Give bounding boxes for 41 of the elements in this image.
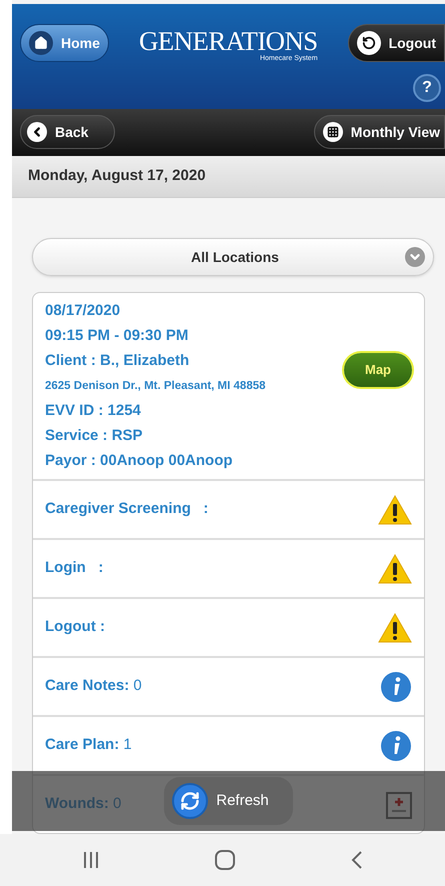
visit-time: 09:15 PM - 09:30 PM (45, 326, 190, 346)
status-row[interactable]: Login : (33, 538, 424, 598)
home-nav-icon[interactable] (214, 849, 236, 871)
status-row[interactable]: Caregiver Screening : (33, 479, 424, 538)
payor: Payor : 00Anoop 00Anoop (45, 451, 234, 472)
home-button[interactable]: Home (20, 24, 109, 62)
evv-id: EVV ID : 1254 (45, 401, 142, 422)
undo-icon (362, 36, 376, 50)
home-icon (34, 36, 48, 50)
row-label: Care Plan: (45, 736, 120, 754)
help-button[interactable]: ? (413, 74, 441, 102)
logo: GENERATIONS (138, 28, 318, 55)
info-icon (380, 730, 412, 762)
warning-icon (378, 612, 412, 643)
row-value: 1 (122, 736, 132, 754)
client-name: Client : B., Elizabeth (45, 351, 190, 372)
map-button[interactable]: Map (344, 353, 412, 388)
warning-icon (378, 554, 412, 584)
logout-button[interactable]: Logout (348, 24, 445, 62)
status-row[interactable]: Logout : (33, 597, 424, 656)
monthly-view-button[interactable]: Monthly View (314, 115, 445, 150)
row-value: 0 (112, 795, 122, 812)
location-select[interactable]: All Locations (32, 238, 434, 276)
service: Service : RSP (45, 426, 144, 446)
row-label: Wounds: (45, 795, 109, 812)
grid-icon (326, 126, 339, 138)
row-label: Care Notes: (45, 677, 130, 694)
refresh-icon (180, 791, 200, 811)
status-row[interactable]: Care Notes: 0 (33, 656, 424, 716)
visit-date: 08/17/2020 (45, 301, 122, 322)
row-label: Caregiver Screening : (45, 500, 208, 518)
row-value: 0 (132, 677, 142, 694)
back-button[interactable]: Back (20, 115, 116, 150)
warning-icon (378, 494, 412, 525)
info-icon (380, 670, 412, 703)
back-nav-icon[interactable] (350, 850, 364, 870)
date-heading: Monday, August 17, 2020 (28, 166, 206, 186)
row-label: Logout : (45, 618, 105, 636)
client-address: 2625 Denison Dr., Mt. Pleasant, MI 48858 (45, 379, 267, 394)
refresh-button[interactable]: Refresh (164, 777, 293, 825)
row-label: Login : (45, 559, 104, 576)
